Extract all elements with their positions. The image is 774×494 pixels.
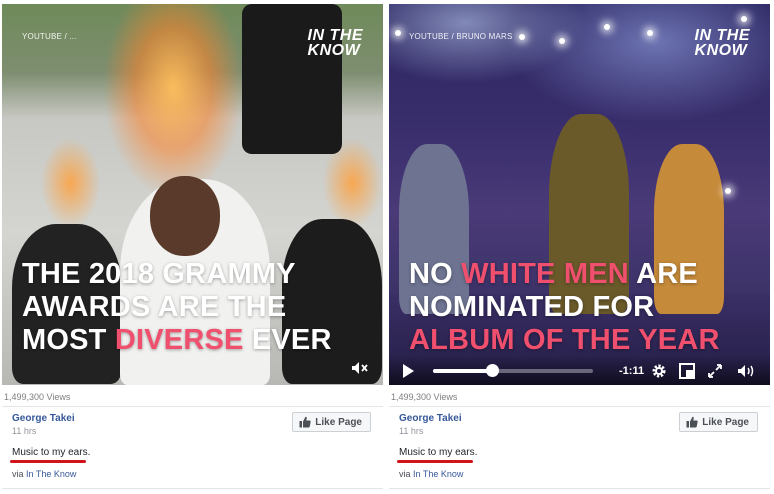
divider xyxy=(389,488,770,489)
video-post-right: YOUTUBE / BRUNO MARS IN THE KNOW NO WHIT… xyxy=(389,4,772,490)
post-text: Music to my ears. xyxy=(12,447,91,458)
caption-line: AWARDS ARE THE xyxy=(22,291,287,323)
seek-bar[interactable] xyxy=(433,364,593,377)
caption-text: ARE xyxy=(628,258,698,290)
stage-light xyxy=(725,188,731,194)
stage-light xyxy=(647,30,653,36)
caption-line: MOST DIVERSE EVER xyxy=(22,324,372,357)
caption-text: MOST xyxy=(22,324,115,356)
stage-light xyxy=(604,24,610,30)
video-source-credit: YOUTUBE / ... xyxy=(22,32,77,41)
gear-icon[interactable] xyxy=(651,363,667,379)
fullscreen-icon[interactable] xyxy=(707,363,723,379)
seek-handle[interactable] xyxy=(486,364,500,377)
play-icon[interactable] xyxy=(401,363,415,379)
like-page-label: Like Page xyxy=(702,416,749,428)
stage-light xyxy=(395,30,401,36)
video-caption: THE 2018 GRAMMY AWARDS ARE THE MOST DIVE… xyxy=(22,258,372,357)
brand-watermark: IN THE KNOW xyxy=(307,27,363,59)
main-figure-head xyxy=(150,176,220,256)
video-player-left[interactable]: YOUTUBE / ... IN THE KNOW THE 2018 GRAMM… xyxy=(2,4,383,385)
stage-light xyxy=(559,38,565,44)
via-page-link[interactable]: In The Know xyxy=(26,469,76,479)
via-page-link[interactable]: In The Know xyxy=(413,469,463,479)
caption-line: THE 2018 GRAMMY xyxy=(22,258,296,290)
caption-text: EVER xyxy=(243,324,332,356)
divider xyxy=(2,488,383,489)
volume-icon[interactable] xyxy=(737,363,757,379)
page-name-link[interactable]: George Takei xyxy=(399,413,462,424)
caption-text: NO xyxy=(409,258,462,290)
brand-line: KNOW xyxy=(307,42,361,59)
video-controls: -1:11 xyxy=(389,355,770,385)
brand-line: IN THE xyxy=(307,27,363,44)
red-underline-annotation xyxy=(10,460,86,463)
caption-highlight: WHITE MEN xyxy=(461,258,629,290)
like-page-button[interactable]: Like Page xyxy=(292,412,371,432)
thumbs-up-icon xyxy=(686,416,698,428)
mute-icon[interactable] xyxy=(351,361,369,375)
stage-light xyxy=(519,34,525,40)
like-page-button[interactable]: Like Page xyxy=(679,412,758,432)
brand-line: IN THE xyxy=(694,27,750,44)
brand-line: KNOW xyxy=(694,42,748,59)
caption-highlight: ALBUM OF THE YEAR xyxy=(409,324,720,356)
via-attribution: via In The Know xyxy=(399,469,463,479)
caption-line: NOMINATED FOR xyxy=(409,291,655,323)
view-count: 1,499,300 Views xyxy=(391,392,458,402)
caption-highlight: DIVERSE xyxy=(114,324,244,356)
divider xyxy=(389,406,770,407)
stage-light xyxy=(741,16,747,22)
divider xyxy=(2,406,383,407)
like-page-label: Like Page xyxy=(315,416,362,428)
red-underline-annotation xyxy=(397,460,473,463)
thumbs-up-icon xyxy=(299,416,311,428)
via-attribution: via In The Know xyxy=(12,469,76,479)
view-count: 1,499,300 Views xyxy=(4,392,71,402)
timestamp[interactable]: 11 hrs xyxy=(399,426,423,436)
pip-icon[interactable] xyxy=(679,363,695,379)
page-name-link[interactable]: George Takei xyxy=(12,413,75,424)
seek-progress xyxy=(433,369,493,373)
timestamp[interactable]: 11 hrs xyxy=(12,426,36,436)
video-caption: NO WHITE MEN ARE NOMINATED FOR ALBUM OF … xyxy=(409,258,759,357)
video-player-right[interactable]: YOUTUBE / BRUNO MARS IN THE KNOW NO WHIT… xyxy=(389,4,770,385)
post-text: Music to my ears. xyxy=(399,447,478,458)
video-source-credit: YOUTUBE / BRUNO MARS xyxy=(409,32,513,41)
brand-watermark: IN THE KNOW xyxy=(694,27,750,59)
video-post-left: YOUTUBE / ... IN THE KNOW THE 2018 GRAMM… xyxy=(2,4,385,490)
time-remaining: -1:11 xyxy=(619,365,645,377)
via-prefix: via xyxy=(12,469,27,479)
via-prefix: via xyxy=(399,469,414,479)
caption-line: NO WHITE MEN ARE xyxy=(409,258,759,291)
